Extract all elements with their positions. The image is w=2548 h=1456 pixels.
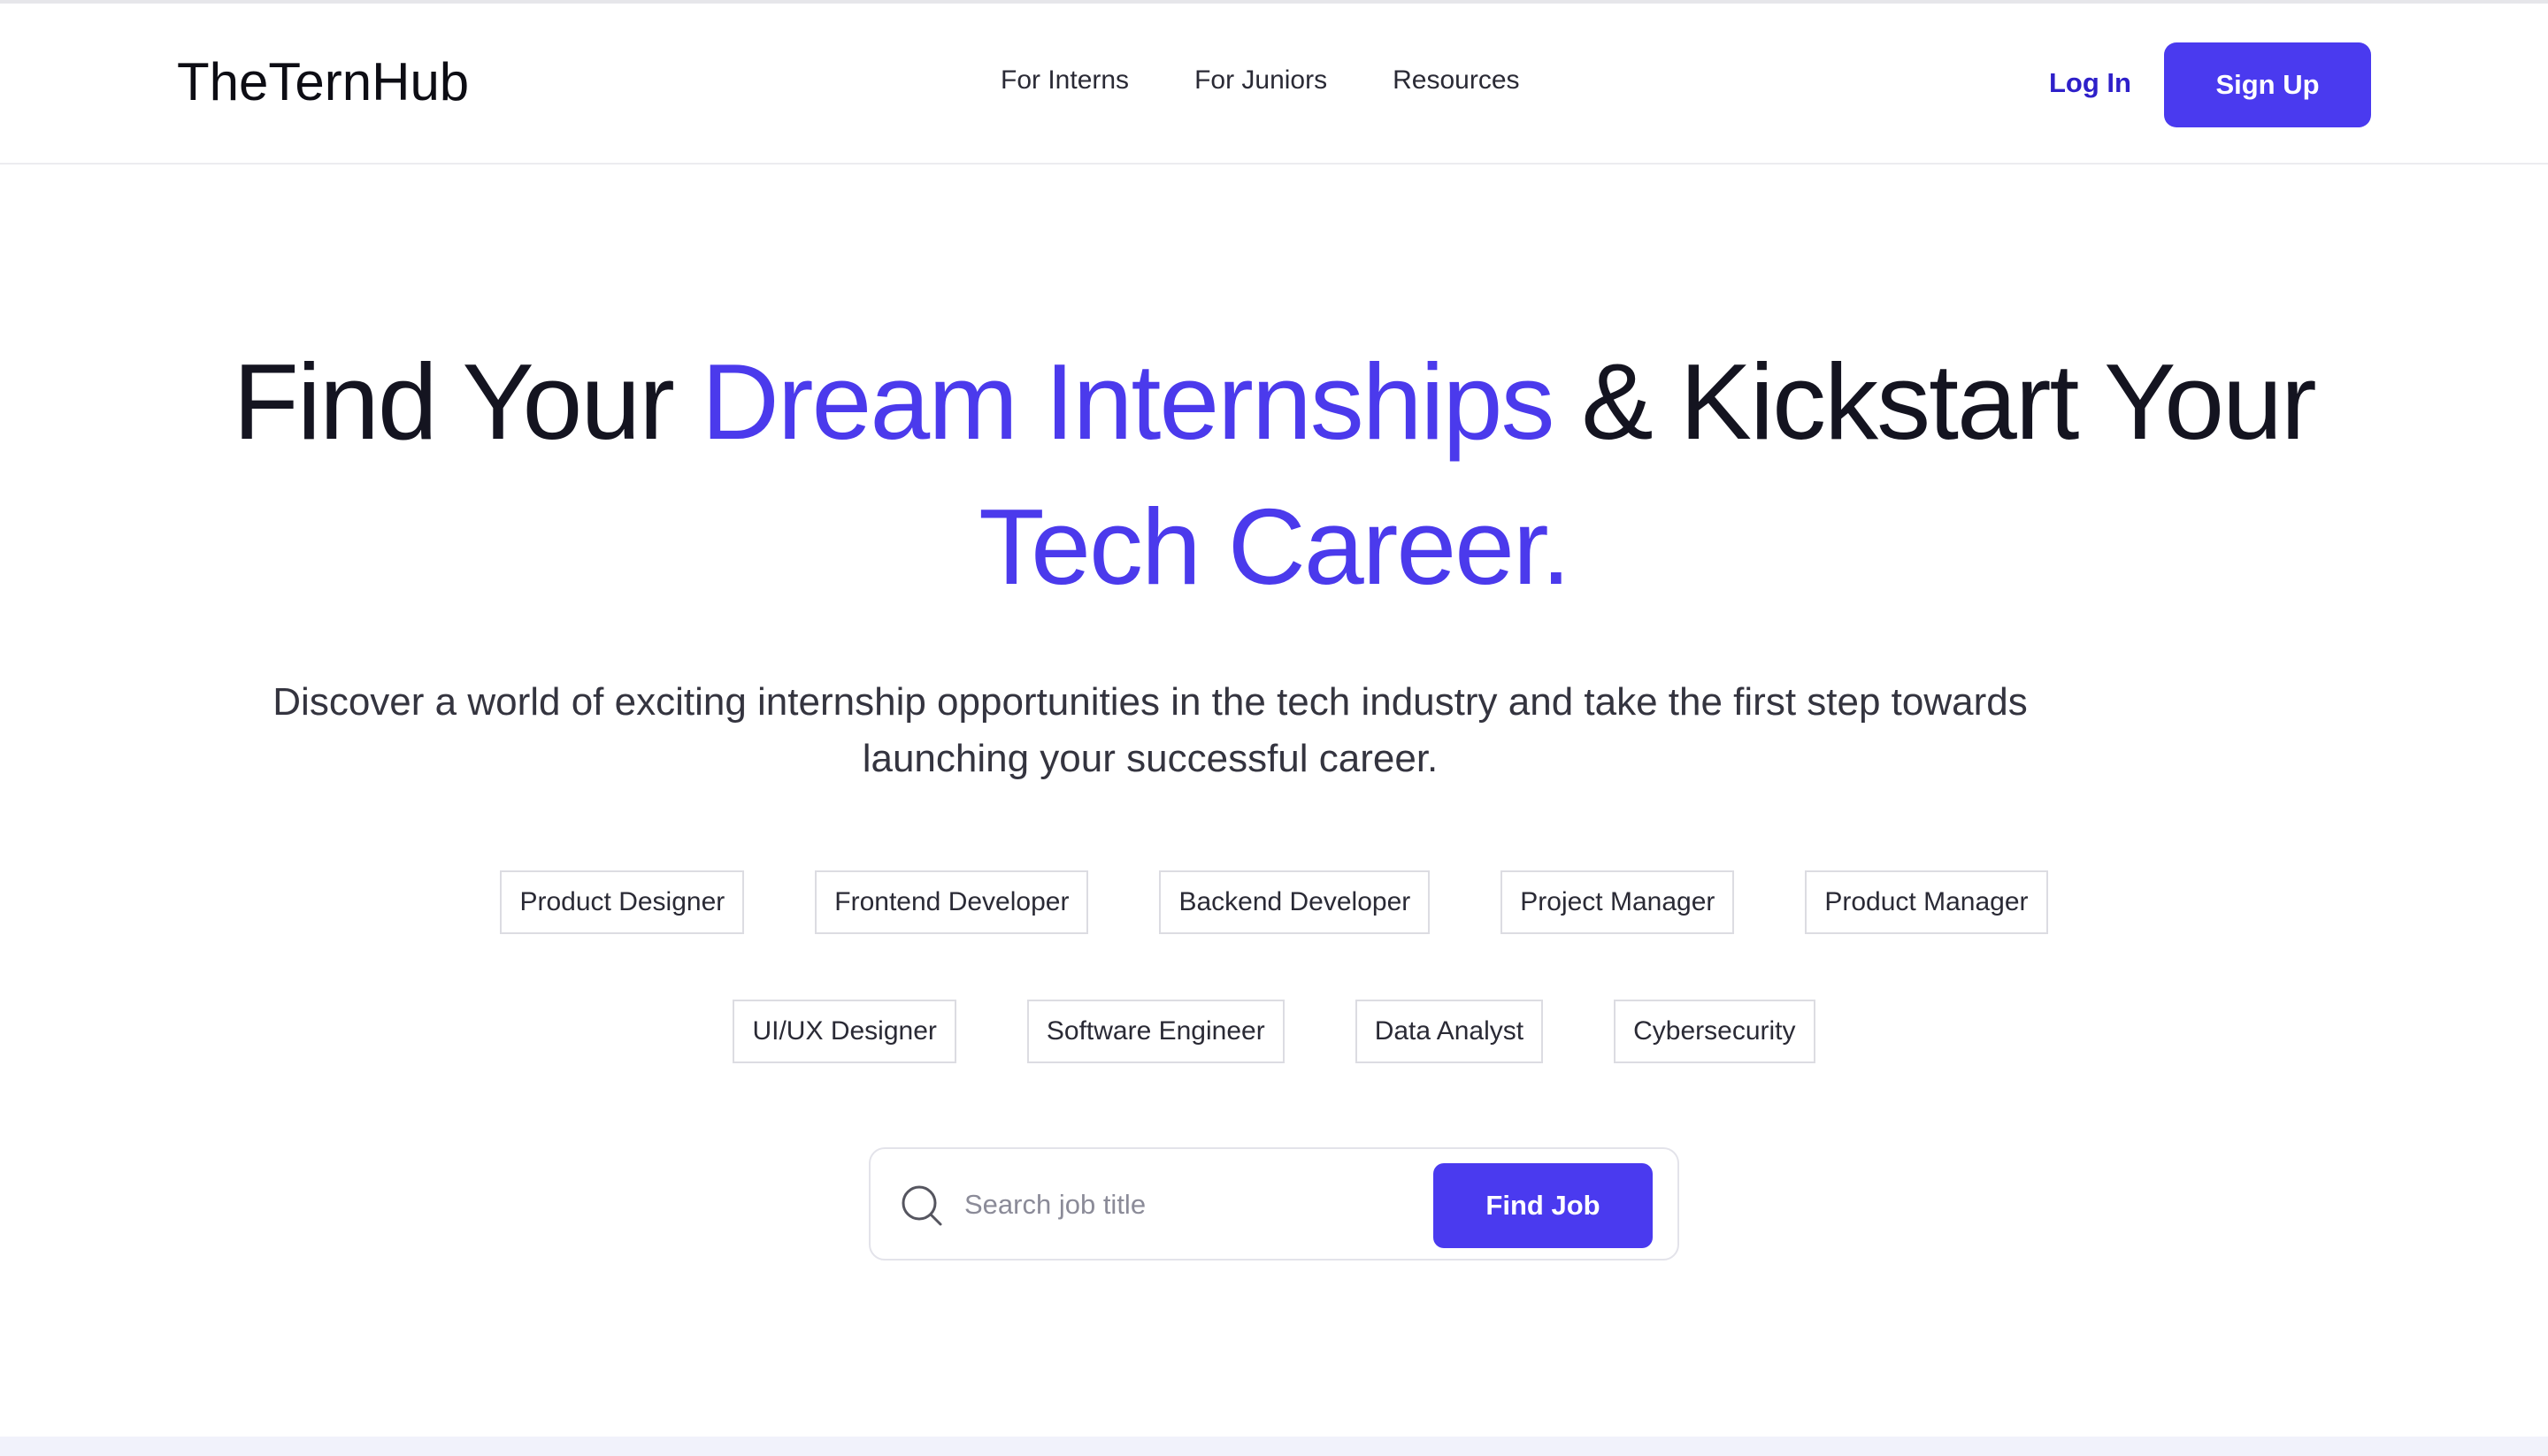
hero-title-accent-1: Dream Internships	[701, 341, 1555, 462]
hero-title-accent-2: Tech Career.	[979, 487, 1571, 607]
category-chip-product-manager[interactable]: Product Manager	[1805, 870, 2048, 934]
category-chips-row-2: UI/UX Designer Software Engineer Data An…	[0, 1000, 2548, 1063]
job-search-bar: Find Job	[869, 1147, 1679, 1261]
hero-title-part2: & Kickstart Your	[1553, 341, 2316, 462]
nav-link-resources[interactable]: Resources	[1393, 65, 1519, 96]
category-chip-backend-developer[interactable]: Backend Developer	[1159, 870, 1431, 934]
category-chip-ui-ux-designer[interactable]: UI/UX Designer	[733, 1000, 956, 1063]
hero-title: Find Your Dream Internships & Kickstart …	[0, 329, 2548, 619]
site-logo[interactable]: TheTernHub	[177, 51, 469, 112]
next-section-band	[0, 1437, 2548, 1456]
nav-link-for-juniors[interactable]: For Juniors	[1194, 65, 1327, 96]
main-nav: For Interns For Juniors Resources	[1001, 65, 1520, 96]
category-chips-row-1: Product Designer Frontend Developer Back…	[0, 870, 2548, 934]
hero-title-part1: Find Your	[233, 341, 702, 462]
category-chip-cybersecurity[interactable]: Cybersecurity	[1614, 1000, 1815, 1063]
category-chip-software-engineer[interactable]: Software Engineer	[1026, 1000, 1285, 1063]
find-job-button[interactable]: Find Job	[1433, 1163, 1653, 1248]
category-chip-product-designer[interactable]: Product Designer	[500, 870, 745, 934]
nav-link-for-interns[interactable]: For Interns	[1001, 65, 1129, 96]
category-chip-project-manager[interactable]: Project Manager	[1500, 870, 1735, 934]
signup-button[interactable]: Sign Up	[2164, 42, 2371, 127]
category-chip-frontend-developer[interactable]: Frontend Developer	[815, 870, 1089, 934]
category-chip-data-analyst[interactable]: Data Analyst	[1355, 1000, 1544, 1063]
search-icon	[901, 1184, 943, 1227]
hero-subtitle: Discover a world of exciting internship …	[272, 680, 2028, 780]
navbar: TheTernHub For Interns For Juniors Resou…	[0, 4, 2548, 165]
job-title-search-input[interactable]	[963, 1176, 1408, 1234]
login-link[interactable]: Log In	[2049, 67, 2131, 99]
